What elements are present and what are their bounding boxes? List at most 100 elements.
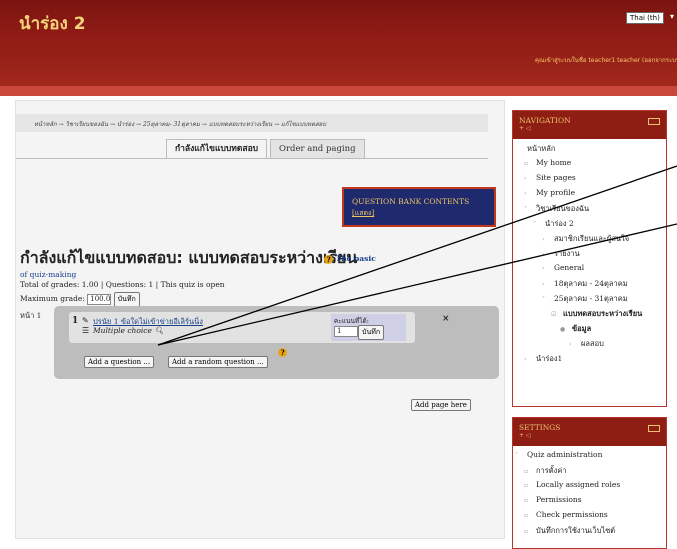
settings-title: SETTINGS <box>519 423 561 432</box>
nav-item-label: แบบทดสอบระหว่างเรียน <box>563 309 643 318</box>
nav-item[interactable]: ☑ แบบทดสอบระหว่างเรียน <box>515 308 666 323</box>
bullet-icon: ☑ <box>551 311 557 318</box>
nav-item[interactable]: › My profile <box>515 188 666 203</box>
settings-item[interactable]: ˅ Quiz administration <box>515 450 666 465</box>
nav-item-label: นำร่อง1 <box>536 354 563 363</box>
nav-item-label: Site pages <box>536 173 576 182</box>
question-type-label: Multiple choice <box>93 326 152 335</box>
bullet-icon: › <box>542 281 545 288</box>
settings-item[interactable]: ▫ Permissions <box>515 495 666 510</box>
edit-icon[interactable]: ✎ <box>82 316 89 325</box>
help-link[interactable]: ? The basic <box>324 254 376 264</box>
add-random-question-button[interactable]: Add a random question ... <box>168 356 268 368</box>
tab-order-paging[interactable]: Order and paging <box>270 139 365 159</box>
settings-item-label: Permissions <box>536 495 582 504</box>
nav-item[interactable]: ˅ 25ตุลาคม - 31ตุลาคม <box>515 293 666 308</box>
nav-item[interactable]: › ผลสอบ <box>515 338 666 353</box>
marks-input[interactable]: 1 <box>334 326 358 337</box>
multiple-choice-icon: ☰ <box>82 326 90 335</box>
nav-item[interactable]: › General <box>515 263 666 278</box>
help-link-cont[interactable]: of quiz-making <box>20 270 76 279</box>
add-question-button[interactable]: Add a question ... <box>84 356 155 368</box>
settings-item[interactable]: ▫ Locally assigned roles <box>515 480 666 495</box>
max-grade-input[interactable]: 100.0 <box>87 293 112 305</box>
bullet-icon: › <box>524 356 527 363</box>
dock-icon[interactable] <box>648 118 660 125</box>
help-icon[interactable]: ? <box>324 254 333 264</box>
settings-item-label: การตั้งค่า <box>536 466 567 475</box>
max-grade-label: Maximum grade: <box>20 294 85 303</box>
save-max-grade-button[interactable]: บันทึก <box>113 292 140 307</box>
max-grade-row: Maximum grade: 100.0 บันทึก <box>20 292 140 307</box>
bullet-icon: ˅ <box>524 206 527 213</box>
nav-item[interactable]: ˅ นำร่อง 2 <box>515 218 666 233</box>
site-title[interactable]: นำร่อง 2 <box>19 10 86 37</box>
page-body: หน้าหลัก → วิชาเรียนของฉัน → นำร่อง → 25… <box>0 96 677 549</box>
nav-item-label: My profile <box>536 188 576 197</box>
bullet-icon: ˅ <box>515 452 518 459</box>
nav-item[interactable]: › 18ตุลาคม - 24ตุลาคม <box>515 278 666 293</box>
help-link-label[interactable]: The basic <box>336 254 376 263</box>
nav-item-label: 18ตุลาคม - 24ตุลาคม <box>554 279 628 288</box>
chevron-down-icon[interactable]: ▾ <box>670 12 674 21</box>
nav-item-label: 25ตุลาคม - 31ตุลาคม <box>554 294 628 303</box>
bullet-icon: ● <box>560 326 566 333</box>
page-title-text: กำลังแก้ไขแบบทดสอบ: แบบทดสอบระหว่างเรียน <box>20 248 358 267</box>
nav-item[interactable]: ▫ My home <box>515 158 666 173</box>
tab-editing-quiz[interactable]: กำลังแก้ไขแบบทดสอบ <box>166 139 268 159</box>
save-marks-button[interactable]: บันทึก <box>358 325 385 340</box>
collapse-icon[interactable]: + ◁ <box>519 125 666 132</box>
language-select[interactable]: Thai (th) <box>626 12 664 24</box>
settings-item[interactable]: ▫ การตั้งค่า <box>515 465 666 480</box>
navigation-block: NAVIGATION + ◁ หน้าหลัก ▫ My home › Site pag… <box>512 110 667 407</box>
settings-item-label: Locally assigned roles <box>536 480 621 489</box>
bullet-icon: ▫ <box>524 468 529 475</box>
bullet-icon: › <box>569 341 572 348</box>
navigation-title: NAVIGATION <box>519 116 571 125</box>
navigation-header: NAVIGATION + ◁ <box>513 111 666 139</box>
bullet-icon: ▫ <box>524 497 529 504</box>
nav-item[interactable]: หน้าหลัก <box>515 143 666 158</box>
settings-item[interactable]: ▫ Check permissions <box>515 510 666 525</box>
help-icon[interactable]: ? <box>278 348 287 357</box>
nav-item-label: สมาชิกเรียนและผู้สนใจ <box>554 234 630 243</box>
question-number: 1 <box>72 316 79 326</box>
settings-item[interactable]: ▫ บันทึกการใช้งานเว็บไซต์ <box>515 525 666 540</box>
breadcrumb[interactable]: หน้าหลัก → วิชาเรียนของฉัน → นำร่อง → 25… <box>16 114 488 132</box>
dock-icon[interactable] <box>648 425 660 432</box>
settings-list: ˅ Quiz administration ▫ การตั้งค่า ▫ Locally … <box>513 446 666 540</box>
nav-item-label: ผลสอบ <box>581 339 604 348</box>
login-info[interactable]: คุณเข้าสู่ระบบในชื่อ teacher1 teacher (อ… <box>535 55 677 65</box>
bullet-icon: ▫ <box>524 482 529 489</box>
nav-item[interactable]: › Site pages <box>515 173 666 188</box>
settings-item-label: Quiz administration <box>527 450 603 459</box>
page-label: หน้า 1 <box>20 311 42 320</box>
nav-item-label: รายงาน <box>554 249 580 258</box>
quiz-info: Total of grades: 1.00 | Questions: 1 | T… <box>20 280 225 289</box>
marks-panel: คะแนนที่ได้: 1 บันทึก <box>331 314 406 341</box>
bullet-icon: › <box>542 251 545 258</box>
navigation-list: หน้าหลัก ▫ My home › Site pages › My profile ˅ ว… <box>513 139 666 368</box>
tab-divider <box>16 158 488 159</box>
nav-item[interactable]: ˅ วิชาเรียนของฉัน <box>515 203 666 218</box>
main-content: หน้าหลัก → วิชาเรียนของฉัน → นำร่อง → 25… <box>15 100 505 539</box>
bullet-icon: ▫ <box>524 528 529 535</box>
nav-item[interactable]: › รายงาน <box>515 248 666 263</box>
add-page-button[interactable]: Add page here <box>411 399 471 411</box>
preview-icon[interactable]: 🔍︎ <box>154 326 164 335</box>
nav-item[interactable]: › นำร่อง1 <box>515 353 666 368</box>
remove-question-icon[interactable]: × <box>442 314 450 324</box>
nav-item[interactable]: ● ข้อมูล <box>515 323 666 338</box>
question-row: 1 ✎ ปรนัย 1 ข้อใดไม่เข้าข่ายอีเลิร์นนิ่ง… <box>69 312 415 343</box>
nav-item-label: นำร่อง 2 <box>545 219 574 228</box>
settings-item-label: Check permissions <box>536 510 608 519</box>
nav-item-label: General <box>554 263 585 272</box>
bullet-icon: › <box>524 190 527 197</box>
header-band <box>0 86 677 96</box>
page-title: กำลังแก้ไขแบบทดสอบ: แบบทดสอบระหว่างเรียน <box>20 246 357 271</box>
collapse-icon[interactable]: + ◁ <box>519 432 666 439</box>
question-bank-toggle[interactable]: [แสดง] <box>352 208 494 219</box>
bullet-icon: ▫ <box>524 512 529 519</box>
nav-item-label: วิชาเรียนของฉัน <box>536 204 590 213</box>
nav-item[interactable]: › สมาชิกเรียนและผู้สนใจ <box>515 233 666 248</box>
